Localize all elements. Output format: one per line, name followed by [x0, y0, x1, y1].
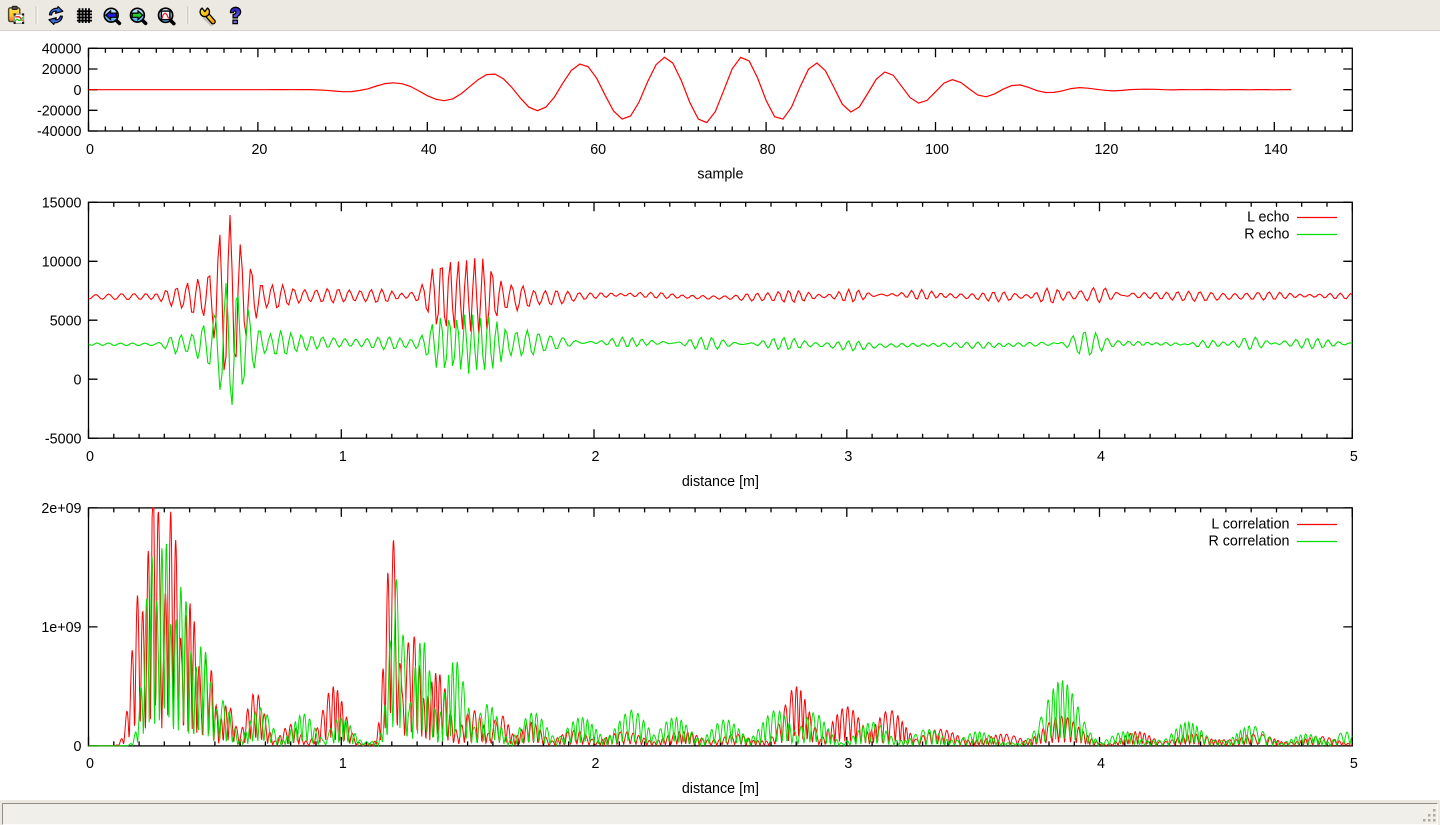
svg-text:40: 40: [421, 142, 437, 158]
svg-text:5000: 5000: [50, 313, 82, 329]
svg-text:distance [m]: distance [m]: [682, 474, 759, 490]
svg-text:4: 4: [1097, 756, 1105, 772]
svg-text:-40000: -40000: [37, 124, 82, 140]
svg-text:60: 60: [590, 142, 606, 158]
svg-text:distance [m]: distance [m]: [682, 781, 759, 797]
svg-text:1: 1: [339, 449, 347, 465]
svg-text:80: 80: [760, 142, 776, 158]
svg-text:0: 0: [74, 372, 82, 388]
svg-text:0: 0: [74, 83, 82, 99]
svg-text:4: 4: [1097, 449, 1105, 465]
svg-text:1: 1: [339, 756, 347, 772]
svg-text:0: 0: [86, 142, 94, 158]
svg-text:L correlation: L correlation: [1211, 517, 1289, 533]
svg-text:20000: 20000: [42, 62, 82, 78]
svg-text:20: 20: [251, 142, 267, 158]
svg-text:2: 2: [592, 756, 600, 772]
svg-text:3: 3: [844, 449, 852, 465]
svg-text:sample: sample: [697, 166, 743, 182]
svg-text:5: 5: [1350, 449, 1358, 465]
svg-text:1e+09: 1e+09: [41, 620, 81, 636]
svg-text:R echo: R echo: [1244, 227, 1289, 243]
svg-text:-20000: -20000: [37, 104, 82, 120]
svg-text:100: 100: [925, 142, 949, 158]
svg-text:2e+09: 2e+09: [41, 501, 81, 517]
svg-text:-5000: -5000: [45, 431, 82, 447]
svg-text:40000: 40000: [42, 42, 82, 58]
svg-text:5: 5: [1350, 756, 1358, 772]
svg-text:15000: 15000: [42, 196, 82, 212]
svg-text:0: 0: [74, 739, 82, 755]
svg-text:2: 2: [592, 449, 600, 465]
svg-text:10000: 10000: [42, 255, 82, 271]
svg-text:0: 0: [86, 449, 94, 465]
svg-text:120: 120: [1094, 142, 1118, 158]
svg-text:140: 140: [1264, 142, 1288, 158]
svg-text:R correlation: R correlation: [1208, 534, 1289, 550]
svg-text:L echo: L echo: [1247, 210, 1289, 226]
svg-text:3: 3: [844, 756, 852, 772]
svg-text:0: 0: [86, 756, 94, 772]
